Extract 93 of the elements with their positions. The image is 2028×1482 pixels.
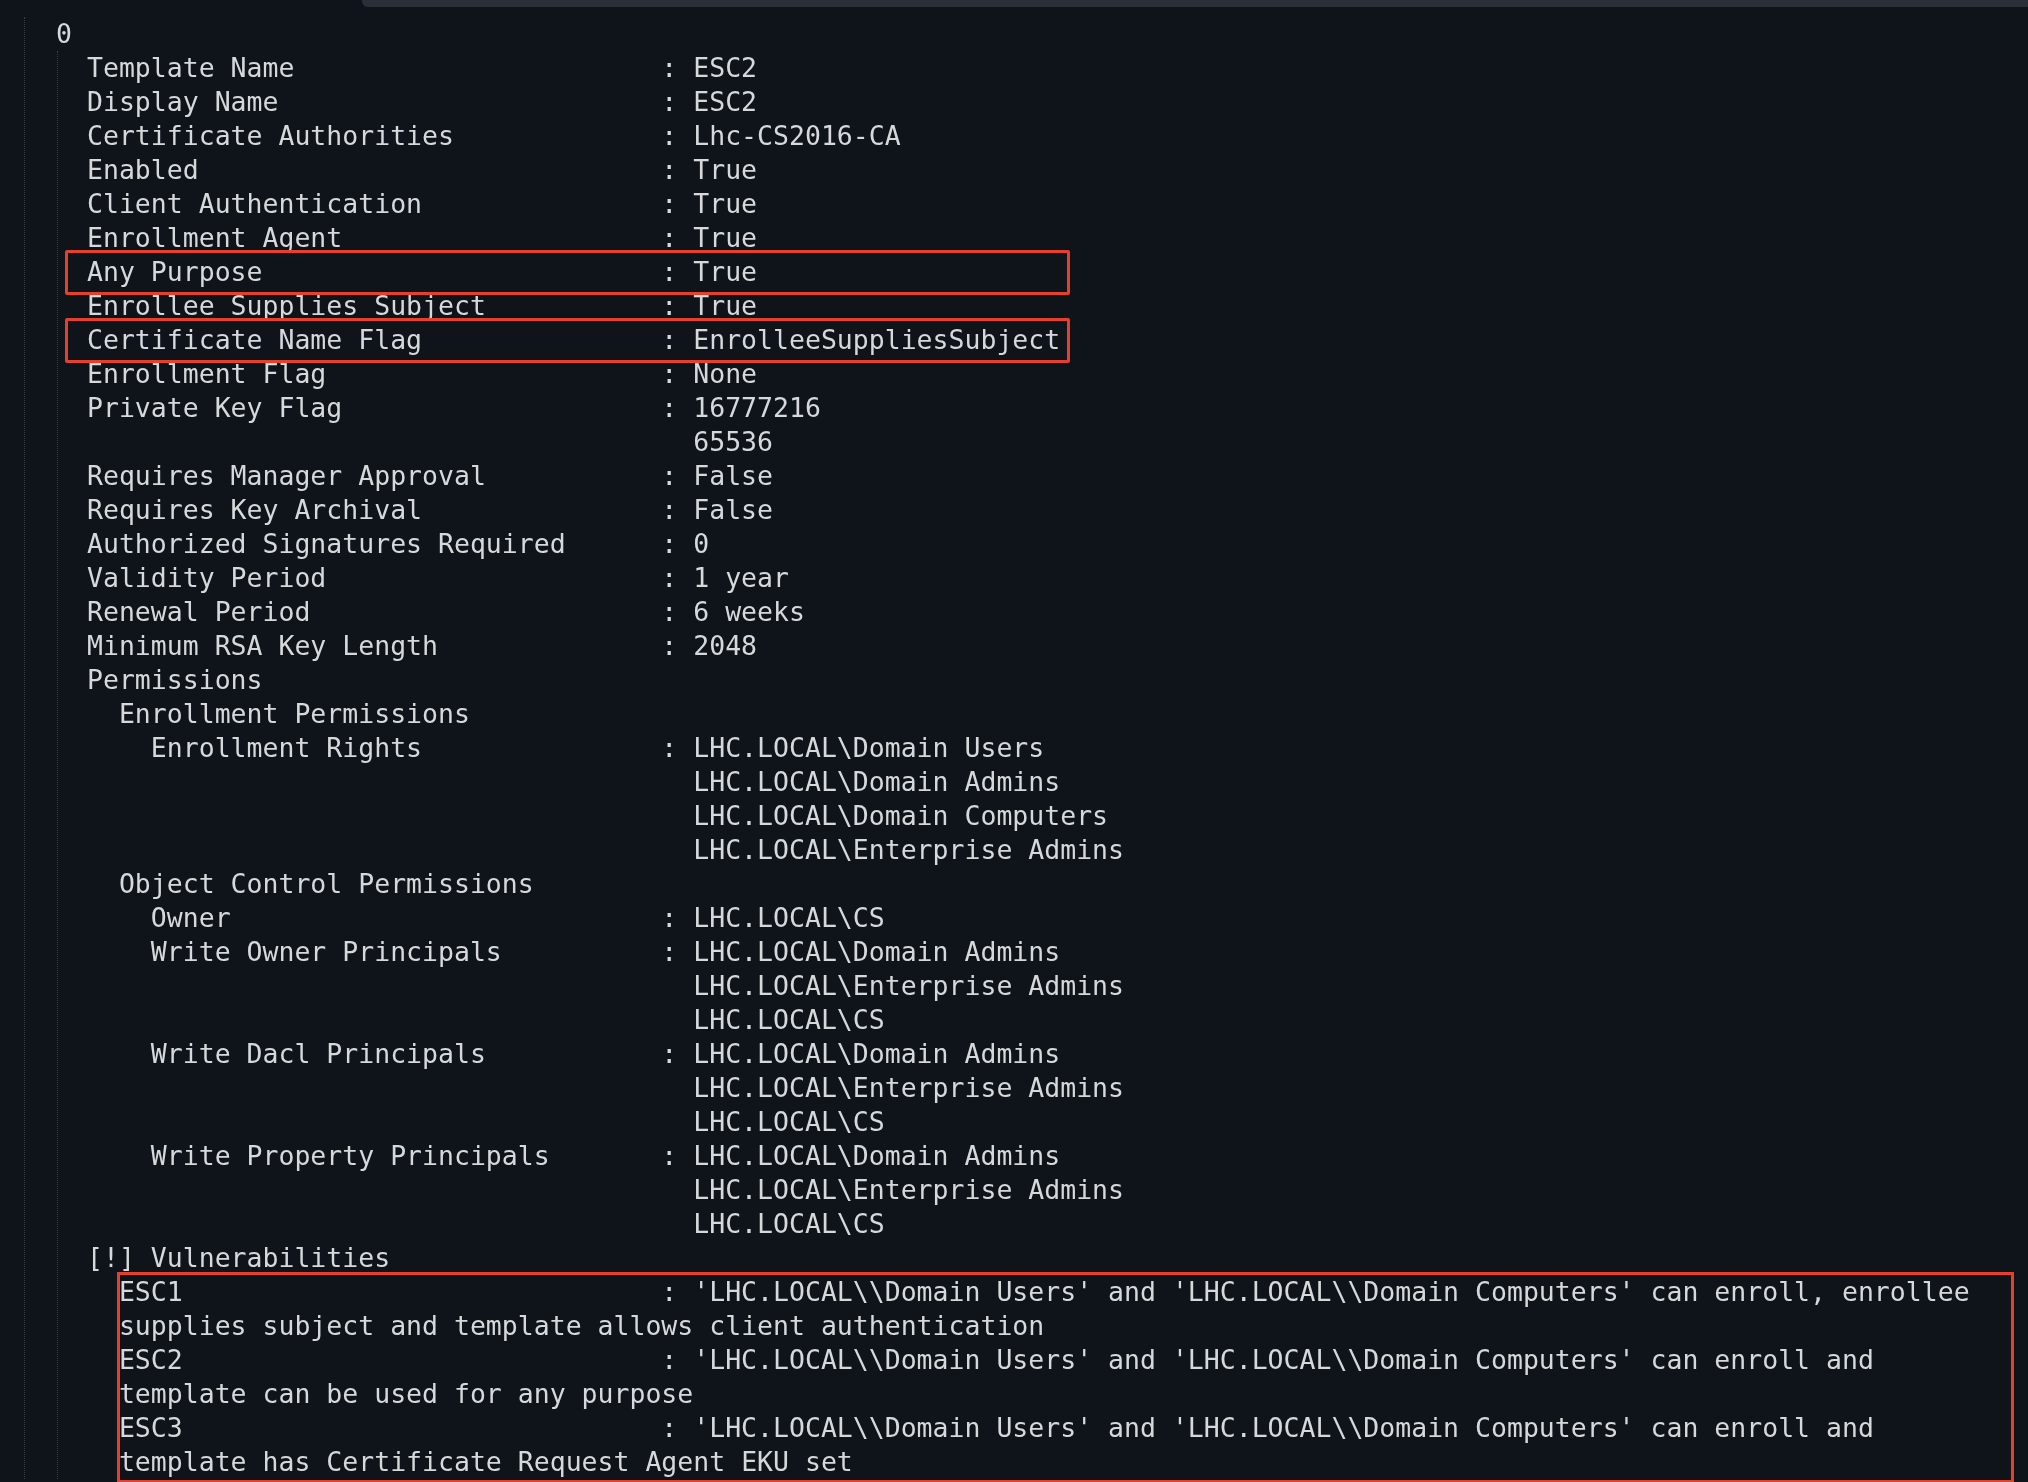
colon: : [661,119,679,153]
vulnerability-text: 'LHC.LOCAL\\Domain Users' and 'LHC.LOCAL\\Domain Computers' can enroll and [693,1343,1874,1377]
field-label: Enrollment Agent [87,221,344,255]
field-label: Requires Key Archival [87,493,424,527]
field-label: Enabled [87,153,200,187]
field-value: 1 year [693,561,789,595]
field-value: EnrolleeSuppliesSubject [693,323,1061,357]
field-label: Authorized Signatures Required [87,527,567,561]
vulnerability-text: template has Certificate Request Agent EKU set [118,1445,853,1479]
field-value: None [693,357,758,391]
field-value: LHC.LOCAL\Enterprise Admins [693,1173,1125,1207]
colon: : [661,187,679,221]
vulnerability-text: supplies subject and template allows client authentication [118,1309,1045,1343]
field-label: Any Purpose [87,255,264,289]
field-value: True [693,187,758,221]
field-value: 2048 [693,629,758,663]
field-value: LHC.LOCAL\CS [693,1207,885,1241]
field-value: LHC.LOCAL\CS [693,1003,885,1037]
field-value: LHC.LOCAL\CS [693,1105,885,1139]
vulnerability-text: 'LHC.LOCAL\\Domain Users' and 'LHC.LOCAL\\Domain Computers' can enroll, enrollee [693,1275,1970,1309]
colon: : [661,1037,679,1071]
vulnerability-text: template can be used for any purpose [118,1377,694,1411]
colon: : [661,255,679,289]
vulnerability-id: ESC3 [118,1411,184,1445]
vulnerability-id: ESC1 [118,1275,184,1309]
colon: : [661,459,679,493]
section-heading: Enrollment Permissions [118,697,470,731]
colon: : [661,629,679,663]
field-label: Private Key Flag [87,391,344,425]
result-index: 0 [56,17,72,51]
field-value: LHC.LOCAL\CS [693,901,885,935]
section-heading: [!] Vulnerabilities [87,1241,391,1275]
field-label: Minimum RSA Key Length [87,629,439,663]
colon: : [661,493,679,527]
field-label: Write Property Principals [150,1139,551,1173]
field-label: Certificate Authorities [87,119,455,153]
colon: : [661,51,679,85]
field-label: Enrollment Flag [87,357,328,391]
field-label: Requires Manager Approval [87,459,487,493]
colon: : [661,1343,679,1377]
field-value: LHC.LOCAL\Domain Computers [693,799,1109,833]
field-label: Client Authentication [87,187,424,221]
field-value: True [693,255,758,289]
field-label: Certificate Name Flag [87,323,424,357]
field-value: ESC2 [693,85,758,119]
colon: : [661,731,679,765]
colon: : [661,85,679,119]
field-value: 16777216 [693,391,821,425]
colon: : [661,1411,679,1445]
field-value: False [693,493,774,527]
field-label: Validity Period [87,561,328,595]
field-value: 65536 [693,425,774,459]
colon: : [661,221,679,255]
field-value: LHC.LOCAL\Enterprise Admins [693,833,1125,867]
field-value: LHC.LOCAL\Enterprise Admins [693,969,1125,1003]
field-label: Write Owner Principals [150,935,503,969]
field-value: True [693,289,758,323]
colon: : [661,391,679,425]
section-heading: Permissions [87,663,263,697]
field-label: Write Dacl Principals [150,1037,487,1071]
field-label: Display Name [87,85,280,119]
field-value: LHC.LOCAL\Domain Admins [693,765,1061,799]
field-value: LHC.LOCAL\Domain Users [693,731,1045,765]
field-value: False [693,459,774,493]
field-value: LHC.LOCAL\Enterprise Admins [693,1071,1125,1105]
colon: : [661,935,679,969]
field-value: Lhc-CS2016-CA [693,119,901,153]
field-value: True [693,153,758,187]
colon: : [661,153,679,187]
vulnerability-id: ESC2 [118,1343,184,1377]
field-value: ESC2 [693,51,758,85]
colon: : [661,901,679,935]
field-value: 6 weeks [693,595,805,629]
colon: : [661,595,679,629]
colon: : [661,1275,679,1309]
field-label: Renewal Period [87,595,312,629]
field-label: Enrollee Supplies Subject [87,289,487,323]
colon: : [661,561,679,595]
field-value: LHC.LOCAL\Domain Admins [693,935,1061,969]
colon: : [661,289,679,323]
field-value: LHC.LOCAL\Domain Admins [693,1139,1061,1173]
colon: : [661,357,679,391]
section-heading: Object Control Permissions [118,867,534,901]
field-label: Owner [150,901,232,935]
colon: : [661,323,679,357]
vulnerability-text: 'LHC.LOCAL\\Domain Users' and 'LHC.LOCAL\\Domain Computers' can enroll and [693,1411,1874,1445]
field-value: LHC.LOCAL\Domain Admins [693,1037,1061,1071]
colon: : [661,1139,679,1173]
colon: : [661,527,679,561]
field-value: True [693,221,758,255]
field-value: 0 [693,527,710,561]
field-label: Enrollment Rights [150,731,424,765]
field-label: Template Name [87,51,296,85]
